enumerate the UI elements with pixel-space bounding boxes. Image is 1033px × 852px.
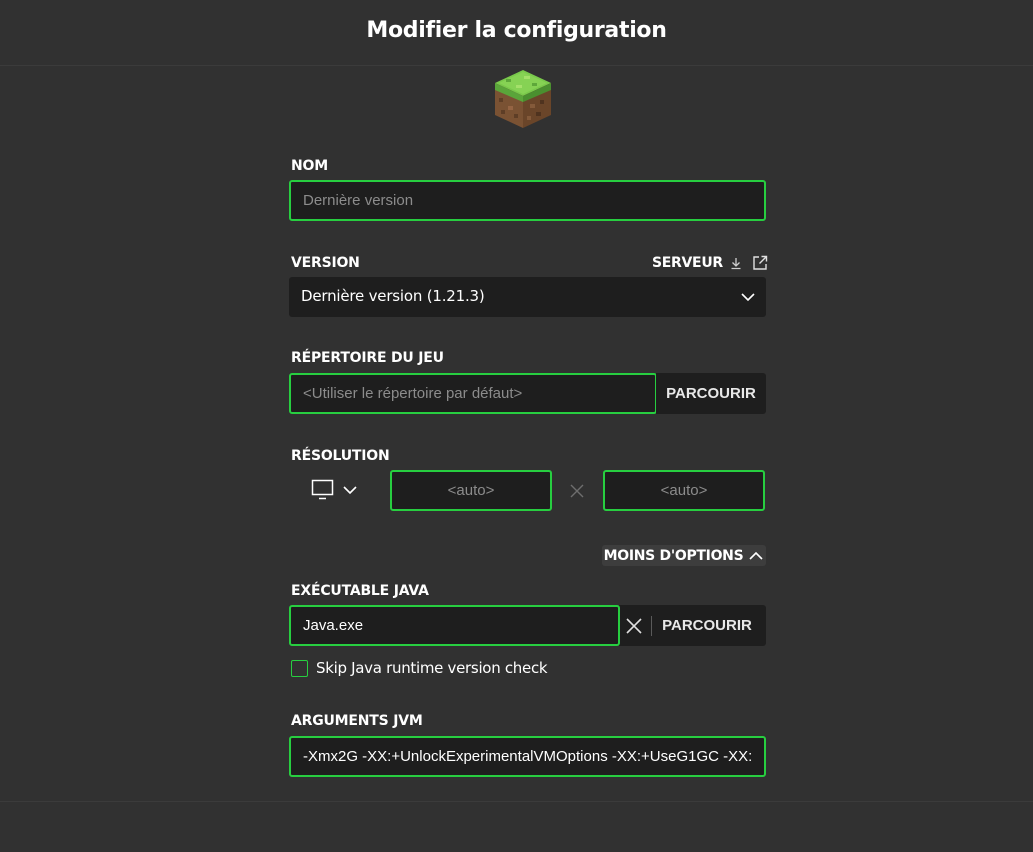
chevron-down-icon: [741, 293, 755, 302]
version-select[interactable]: Dernière version (1.21.3): [289, 277, 766, 317]
version-select-value: Dernière version (1.21.3): [301, 287, 485, 305]
skip-java-check-checkbox[interactable]: [291, 660, 308, 677]
monitor-icon: [311, 479, 334, 500]
footer-divider: [0, 801, 1033, 802]
server-download-link[interactable]: SERVEUR: [652, 254, 769, 272]
chevron-up-icon: [749, 551, 763, 560]
server-label: SERVEUR: [652, 255, 723, 271]
game-directory-input[interactable]: [289, 373, 657, 414]
name-label: NOM: [291, 158, 328, 174]
resolution-width-input[interactable]: [390, 470, 552, 511]
less-options-button[interactable]: MOINS D'OPTIONS: [602, 545, 766, 566]
external-link-icon[interactable]: [751, 254, 769, 272]
download-icon: [731, 258, 741, 270]
java-executable-input[interactable]: [289, 605, 620, 646]
jvm-arguments-label: ARGUMENTS JVM: [291, 713, 423, 729]
times-icon: [570, 484, 584, 498]
version-label: VERSION: [291, 255, 360, 271]
resolution-preset-selector[interactable]: [308, 477, 360, 503]
resolution-height-input[interactable]: [603, 470, 765, 511]
java-browse-button[interactable]: PARCOURIR: [652, 605, 762, 646]
less-options-label: MOINS D'OPTIONS: [603, 547, 744, 564]
header-bar: Modifier la configuration: [0, 0, 1033, 66]
resolution-label: RÉSOLUTION: [291, 448, 390, 464]
jvm-arguments-input[interactable]: [289, 736, 766, 777]
name-input[interactable]: [289, 180, 766, 221]
clear-icon[interactable]: [623, 615, 645, 637]
java-executable-label: EXÉCUTABLE JAVA: [291, 583, 429, 599]
page-title: Modifier la configuration: [366, 18, 667, 43]
chevron-down-icon: [343, 486, 357, 495]
skip-java-check-label: Skip Java runtime version check: [316, 659, 548, 677]
game-directory-label: RÉPERTOIRE DU JEU: [291, 350, 444, 366]
grass-block-icon[interactable]: [492, 68, 554, 130]
game-directory-browse-button[interactable]: PARCOURIR: [656, 373, 766, 414]
